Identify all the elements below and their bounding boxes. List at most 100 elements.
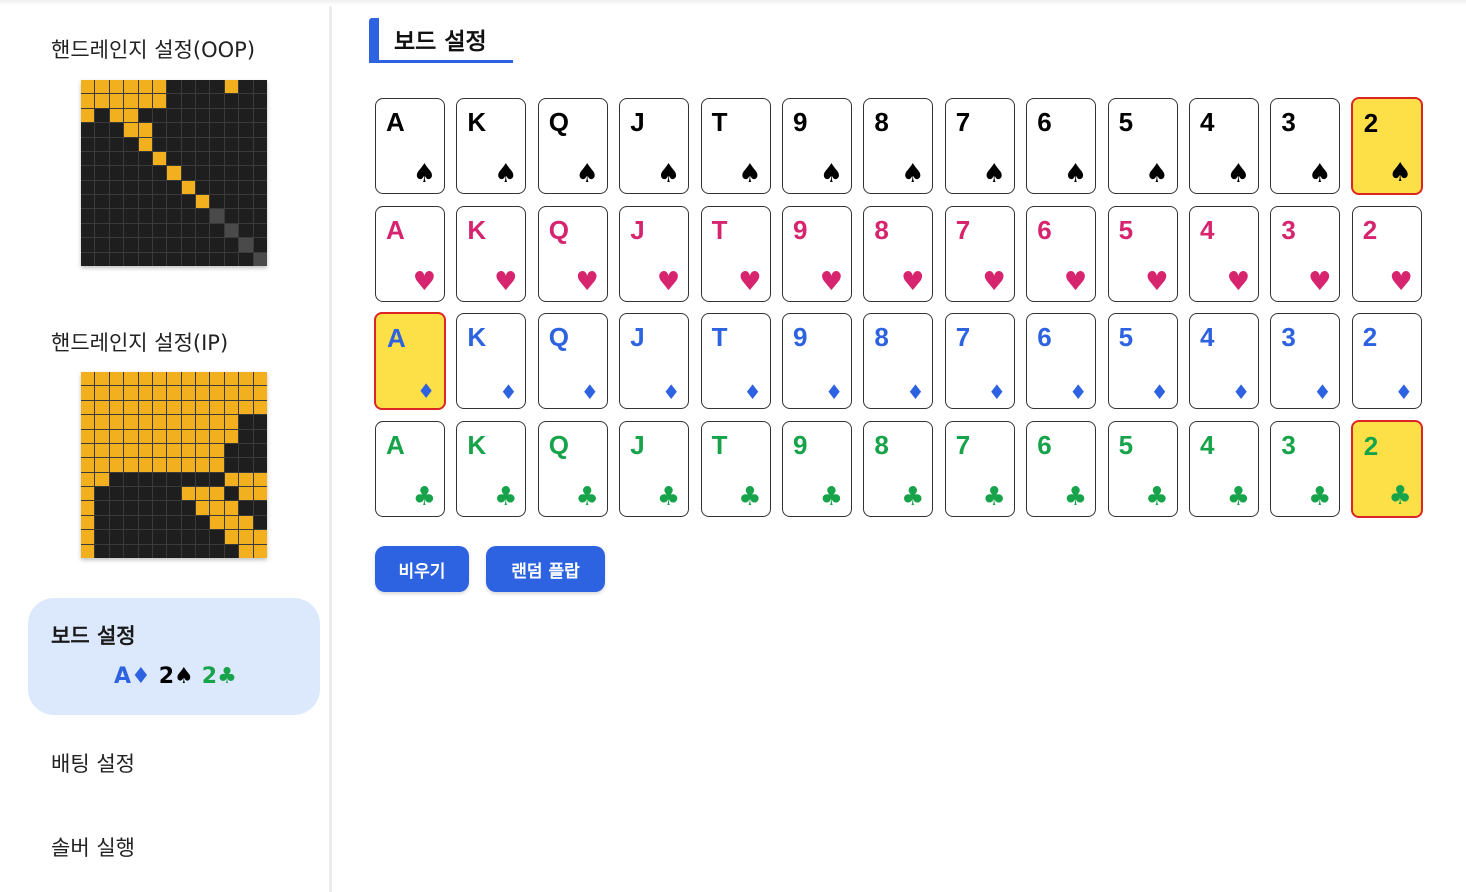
range-cell[interactable] [138,472,152,487]
range-cell[interactable] [167,252,181,266]
range-cell[interactable] [253,123,267,137]
range-cell[interactable] [109,108,124,123]
card-8-spade[interactable]: 8 ♠ [863,98,934,194]
range-cell[interactable] [81,443,95,458]
card-A-diamond[interactable]: A ♦ [374,312,446,411]
range-cell[interactable] [138,400,152,415]
range-cell[interactable] [224,209,239,223]
card-7-heart[interactable]: 7 ♥ [944,205,1015,302]
range-cell[interactable] [138,137,152,151]
range-cell[interactable] [253,443,267,458]
range-cell[interactable] [181,458,196,472]
range-cell[interactable] [167,458,181,472]
range-cell[interactable] [224,530,239,544]
range-cell[interactable] [124,487,138,501]
card-4-heart[interactable]: 4 ♥ [1189,205,1259,302]
range-cell[interactable] [196,195,210,209]
range-cell[interactable] [196,415,210,429]
range-cell[interactable] [253,209,267,223]
range-cell[interactable] [167,544,181,558]
range-cell[interactable] [167,195,181,209]
range-cell[interactable] [181,530,196,544]
range-cell[interactable] [109,472,124,487]
range-cell[interactable] [253,108,267,123]
ip-range-grid[interactable] [81,372,267,558]
range-cell[interactable] [196,458,210,472]
range-cell[interactable] [81,501,95,515]
card-K-diamond[interactable]: K ♦ [456,313,527,410]
range-cell[interactable] [95,472,109,487]
range-cell[interactable] [81,530,95,544]
range-cell[interactable] [181,386,196,400]
range-cell[interactable] [81,108,95,123]
range-cell[interactable] [152,223,167,238]
range-cell[interactable] [138,501,152,515]
card-3-heart[interactable]: 3 ♥ [1270,205,1341,302]
range-cell[interactable] [196,209,210,223]
card-3-spade[interactable]: 3 ♠ [1270,98,1341,194]
sidebar-item-solver[interactable]: 솔버 실행 [51,832,135,862]
range-cell[interactable] [181,151,196,166]
range-cell[interactable] [196,400,210,415]
range-cell[interactable] [109,544,124,558]
range-cell[interactable] [138,530,152,544]
range-cell[interactable] [152,195,167,209]
range-cell[interactable] [196,223,210,238]
range-cell[interactable] [95,544,109,558]
range-cell[interactable] [210,137,224,151]
range-cell[interactable] [196,94,210,108]
range-cell[interactable] [152,443,167,458]
range-cell[interactable] [81,472,95,487]
range-cell[interactable] [95,443,109,458]
range-cell[interactable] [167,180,181,195]
random-flop-button[interactable]: 랜덤 플랍 [486,546,605,592]
range-cell[interactable] [138,195,152,209]
range-cell[interactable] [109,223,124,238]
card-2-diamond[interactable]: 2 ♦ [1351,313,1422,410]
range-cell[interactable] [124,530,138,544]
range-cell[interactable] [152,80,167,94]
range-cell[interactable] [109,487,124,501]
range-cell[interactable] [81,515,95,530]
sidebar-item-board[interactable]: 보드 설정 A♦ 2♠ 2♣ [28,598,320,715]
range-cell[interactable] [196,166,210,180]
card-T-diamond[interactable]: T ♦ [700,313,771,410]
range-cell[interactable] [95,386,109,400]
card-3-diamond[interactable]: 3 ♦ [1270,313,1341,410]
range-cell[interactable] [109,209,124,223]
range-cell[interactable] [124,429,138,443]
range-cell[interactable] [138,487,152,501]
range-cell[interactable] [224,252,239,266]
range-cell[interactable] [81,487,95,501]
range-cell[interactable] [109,400,124,415]
card-5-diamond[interactable]: 5 ♦ [1107,313,1178,410]
range-cell[interactable] [181,209,196,223]
card-6-club[interactable]: 6 ♣ [1026,421,1097,518]
card-7-spade[interactable]: 7 ♠ [944,98,1015,194]
range-cell[interactable] [181,166,196,180]
range-cell[interactable] [81,400,95,415]
range-cell[interactable] [181,195,196,209]
range-cell[interactable] [253,487,267,501]
range-cell[interactable] [239,443,253,458]
range-cell[interactable] [210,238,224,252]
range-cell[interactable] [167,443,181,458]
range-cell[interactable] [167,209,181,223]
range-cell[interactable] [239,94,253,108]
range-cell[interactable] [167,515,181,530]
range-cell[interactable] [239,123,253,137]
range-cell[interactable] [138,386,152,400]
range-cell[interactable] [239,108,253,123]
range-cell[interactable] [210,386,224,400]
range-cell[interactable] [196,501,210,515]
range-cell[interactable] [210,429,224,443]
range-cell[interactable] [95,238,109,252]
range-cell[interactable] [95,223,109,238]
range-cell[interactable] [196,386,210,400]
sidebar-item-oop-range[interactable]: 핸드레인지 설정(OOP) [51,34,255,64]
range-cell[interactable] [152,472,167,487]
range-cell[interactable] [138,123,152,137]
range-cell[interactable] [181,238,196,252]
range-cell[interactable] [124,252,138,266]
card-Q-diamond[interactable]: Q ♦ [537,313,608,410]
